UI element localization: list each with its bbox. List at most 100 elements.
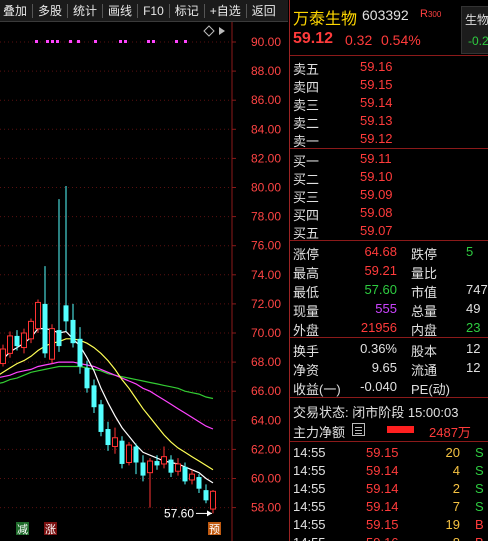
- candle-body: [119, 440, 125, 464]
- stat-row: 最高 59.21 量比: [290, 262, 488, 281]
- price-tick-label: 84.00: [251, 122, 281, 136]
- price-tick-label: 72.00: [251, 297, 281, 311]
- bid-row: 买一 59.11: [290, 150, 488, 169]
- margin-badge: R300: [420, 8, 441, 20]
- tick-row: 14:55 59.16 8 B: [290, 534, 488, 541]
- tick-price: 59.15: [366, 517, 399, 532]
- arrow-right-icon: [207, 510, 212, 517]
- overlay-button[interactable]: 叠加: [0, 0, 30, 22]
- kline-chart[interactable]: 90.00 88.00 86.00 84.00 82.00 80.00 78.00 76.00…: [0, 22, 288, 541]
- stat-label: 收益(一): [293, 382, 341, 397]
- sector-name: 生物: [465, 13, 488, 27]
- stat-value: 555: [375, 301, 397, 316]
- price-tick-label: 82.00: [251, 151, 281, 165]
- quote-panel: 万泰生物 603392 R300 59.12 0.32 0.54% 生物 -0.…: [289, 0, 488, 541]
- tick-row: 14:55 59.15 20 S: [290, 444, 488, 462]
- price-tick-label: 80.00: [251, 181, 281, 195]
- signal-dot: [124, 40, 127, 43]
- price-change-percent: 0.54%: [381, 32, 421, 48]
- sector-box[interactable]: 生物 -0.2: [461, 6, 488, 54]
- margin-badge-letter: R: [420, 8, 428, 20]
- candle-body: [126, 444, 132, 463]
- add-watchlist-button[interactable]: +自选: [207, 0, 244, 22]
- statistics-button[interactable]: 统计: [70, 0, 100, 22]
- candle-body: [203, 490, 209, 501]
- ask-price: 59.12: [360, 131, 393, 146]
- tick-row: 14:55 59.14 2 S: [290, 480, 488, 498]
- candle-body: [105, 429, 111, 446]
- f10-button[interactable]: F10: [140, 0, 167, 22]
- bid-price: 59.07: [360, 223, 393, 238]
- tick-row: 14:55 59.14 7 S: [290, 498, 488, 516]
- toolbar-divider: [245, 3, 247, 18]
- draw-line-button[interactable]: 画线: [105, 0, 135, 22]
- candle-body: [147, 460, 153, 474]
- tick-side: S: [475, 481, 484, 496]
- stat-value: -0.040: [360, 379, 397, 394]
- main-fund-value: 2487万: [429, 425, 471, 440]
- ask-price: 59.15: [360, 77, 393, 92]
- candlesticks: [0, 186, 216, 514]
- stat-value: 21956: [360, 320, 397, 335]
- ask-price: 59.16: [360, 59, 393, 74]
- candle-body: [161, 456, 167, 465]
- multi-stock-button[interactable]: 多股: [35, 0, 65, 22]
- fund-bar: [387, 426, 414, 433]
- price-tick-label: 64.00: [251, 413, 281, 427]
- divider: [290, 55, 488, 56]
- ma-line-yellow: [0, 338, 214, 471]
- kline-chart-canvas[interactable]: 90.00 88.00 86.00 84.00 82.00 80.00 78.00 76.00…: [0, 22, 288, 541]
- tick-time: 14:55: [293, 481, 326, 496]
- price-tick-label: 62.00: [251, 442, 281, 456]
- candle-body: [112, 437, 118, 447]
- bid-price: 59.10: [360, 169, 393, 184]
- tick-side: B: [475, 517, 484, 532]
- tick-price: 59.14: [366, 463, 399, 478]
- price-axis: 90.00 88.00 86.00 84.00 82.00 80.00 78.00 76.00…: [231, 22, 281, 541]
- candle-body: [154, 461, 160, 466]
- bid-price: 59.09: [360, 187, 393, 202]
- stat-value: 0.36%: [360, 341, 397, 356]
- divider: [290, 240, 488, 241]
- candle-body: [168, 459, 174, 473]
- candle-body: [70, 319, 76, 344]
- price-tick-label: 86.00: [251, 93, 281, 107]
- trade-status-text: 交易状态: 闭市阶段 15:00:03: [293, 405, 459, 420]
- stat-row: 涨停 64.68 跌停 5: [290, 243, 488, 262]
- signal-dot: [51, 40, 54, 43]
- stat-label: 股本: [411, 344, 438, 359]
- toolbar-divider: [168, 3, 170, 18]
- price-tick-label: 90.00: [251, 35, 281, 49]
- stat-label: 量比: [411, 266, 438, 281]
- trade-status: 交易状态: 闭市阶段 15:00:03: [290, 401, 488, 420]
- back-button[interactable]: 返回: [249, 0, 279, 22]
- toolbar-divider: [137, 3, 139, 18]
- mark-button[interactable]: 标记: [172, 0, 202, 22]
- main-fund-row: 主力净额 2487万: [290, 420, 488, 440]
- tick-price: 59.16: [366, 535, 399, 541]
- ask-row: 卖四 59.15: [290, 76, 488, 95]
- candle-body: [14, 335, 20, 347]
- candle-body: [175, 463, 181, 472]
- candle-body: [84, 367, 90, 389]
- moving-average-lines: [0, 328, 214, 484]
- tick-volume: 19: [445, 517, 460, 532]
- stat-row: 现量 555 总量 49: [290, 300, 488, 319]
- bid-row: 买五 59.07: [290, 222, 488, 241]
- stat-value: 12: [466, 341, 481, 356]
- candle-body: [210, 490, 216, 510]
- price-tick-label: 88.00: [251, 64, 281, 78]
- tick-side: S: [475, 499, 484, 514]
- tick-volume: 4: [452, 463, 460, 478]
- bid-row: 买四 59.08: [290, 204, 488, 223]
- list-icon[interactable]: [352, 423, 365, 436]
- candle-body: [196, 477, 202, 489]
- stat-label: 现量: [293, 304, 320, 319]
- price-tick-label: 58.00: [251, 501, 281, 515]
- stat-label: 换手: [293, 344, 320, 359]
- signal-dot: [152, 40, 155, 43]
- price-tick-label: 60.00: [251, 472, 281, 486]
- bid-price: 59.08: [360, 205, 393, 220]
- candle-body: [189, 473, 195, 481]
- tick-time: 14:55: [293, 535, 326, 541]
